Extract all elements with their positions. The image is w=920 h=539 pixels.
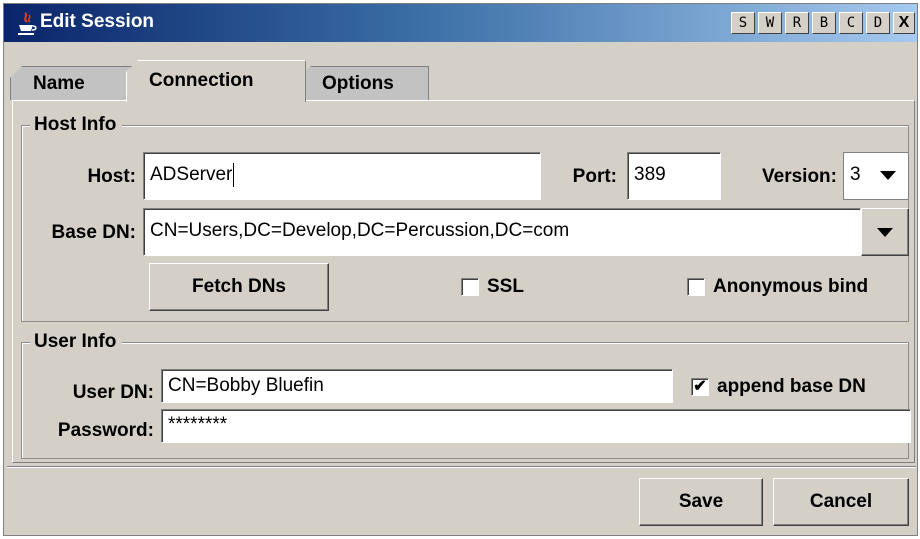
save-button[interactable]: Save <box>639 478 763 526</box>
ssl-checkbox[interactable] <box>461 278 479 296</box>
password-field[interactable]: ******** <box>161 409 911 443</box>
edit-session-dialog: Edit Session S W R B C D X Name Options … <box>3 3 918 536</box>
ssl-label: SSL <box>487 276 524 297</box>
host-value: ADServer <box>150 164 233 185</box>
title-button-c[interactable]: C <box>839 12 863 34</box>
port-field[interactable]: 389 <box>627 152 721 200</box>
fetch-dns-button[interactable]: Fetch DNs <box>149 263 329 311</box>
anonymous-bind-checkbox[interactable] <box>687 278 705 296</box>
close-button[interactable]: X <box>893 12 915 34</box>
base-dn-field[interactable]: CN=Users,DC=Develop,DC=Percussion,DC=com <box>143 208 861 256</box>
host-info-title: Host Info <box>30 114 123 136</box>
password-label: Password: <box>57 420 154 441</box>
title-button-b[interactable]: B <box>812 12 836 34</box>
user-dn-label: User DN: <box>72 382 154 403</box>
port-label: Port: <box>572 166 617 187</box>
footer-divider-highlight <box>7 467 916 468</box>
tab-options[interactable]: Options <box>299 66 429 100</box>
version-label: Version: <box>762 166 837 187</box>
base-dn-label: Base DN: <box>51 222 136 243</box>
chevron-down-icon <box>880 171 896 180</box>
window-title: Edit Session <box>40 11 155 32</box>
cancel-button[interactable]: Cancel <box>773 478 909 526</box>
title-bar[interactable]: Edit Session S W R B C D X <box>4 4 917 42</box>
append-base-dn-checkbox[interactable]: ✔ <box>691 378 709 396</box>
text-caret <box>233 162 235 187</box>
chevron-down-icon <box>877 228 893 237</box>
title-button-w[interactable]: W <box>758 12 782 34</box>
java-coffee-icon <box>18 12 37 35</box>
base-dn-dropdown-button[interactable] <box>861 208 909 256</box>
host-label: Host: <box>87 166 136 187</box>
user-info-title: User Info <box>30 331 123 353</box>
tab-name[interactable]: Name <box>10 66 134 100</box>
user-dn-field[interactable]: CN=Bobby Bluefin <box>161 369 673 403</box>
version-select[interactable]: 3 <box>843 152 909 200</box>
title-button-d[interactable]: D <box>866 12 890 34</box>
version-value: 3 <box>850 164 861 185</box>
anonymous-bind-label: Anonymous bind <box>713 276 869 297</box>
tab-connection[interactable]: Connection <box>126 60 306 102</box>
title-button-r[interactable]: R <box>785 12 809 34</box>
append-base-dn-label: append base DN <box>717 376 866 397</box>
title-buttons: S W R B C D X <box>728 12 915 34</box>
host-field[interactable]: ADServer <box>143 152 541 200</box>
title-button-s[interactable]: S <box>731 12 755 34</box>
connection-panel: Host Info Host: ADServer Port: 389 Versi… <box>12 100 915 463</box>
